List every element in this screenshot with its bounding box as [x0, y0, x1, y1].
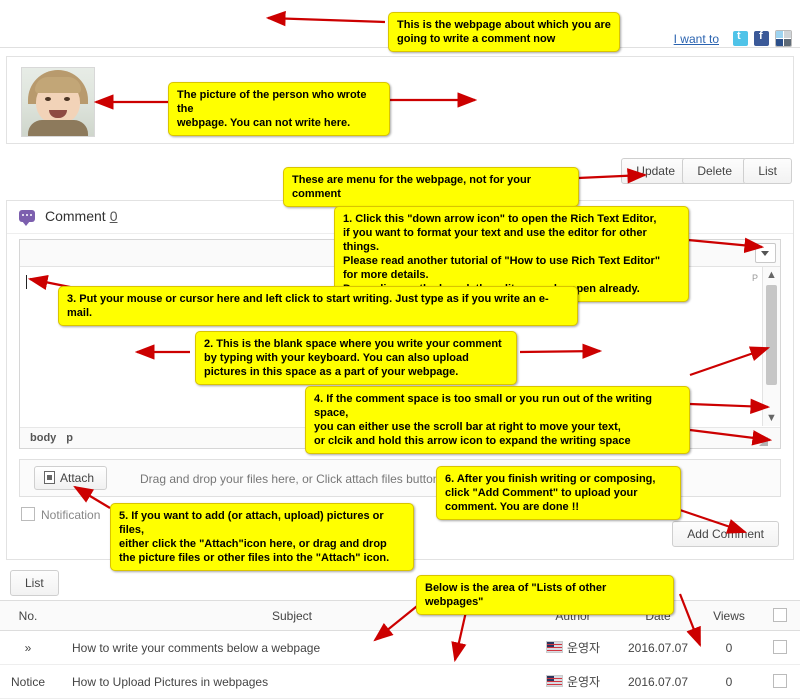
callout-scroll-expand: 4. If the comment space is too small or … [305, 386, 690, 454]
column-no[interactable]: No. [0, 600, 56, 631]
board-table: No. Subject Author Date Views » How to w… [0, 600, 800, 699]
scroll-down-chevron-icon[interactable]: ▼ [763, 410, 780, 426]
editor-path-body[interactable]: body [30, 432, 56, 444]
row-date: 2016.07.07 [618, 664, 698, 699]
attach-button[interactable]: Attach [34, 466, 108, 490]
table-header-row: No. Subject Author Date Views [0, 600, 800, 631]
more-share-icon[interactable] [775, 30, 792, 47]
editor-scrollbar[interactable]: ▲ ▼ [762, 267, 780, 426]
scroll-up-chevron-icon[interactable]: ▲ [763, 267, 780, 283]
table-row[interactable]: Notice How to Upload Pictures in webpage… [0, 664, 800, 699]
resize-grip-icon[interactable] [758, 436, 768, 446]
notification-checkbox[interactable] [21, 507, 35, 521]
scrollbar-thumb[interactable] [766, 285, 777, 385]
column-select-all [760, 600, 800, 631]
row-subject[interactable]: How to Upload Pictures in webpages [56, 664, 528, 699]
table-row[interactable]: » How to write your comments below a web… [0, 630, 800, 665]
row-views: 0 [698, 630, 760, 665]
callout-page-menu: These are menu for the webpage, not for … [283, 167, 579, 207]
list-button-top[interactable]: List [743, 158, 792, 184]
column-views[interactable]: Views [698, 600, 760, 631]
notification-label: Notification [41, 508, 101, 522]
attach-button-label: Attach [60, 471, 95, 485]
callout-webpage-intro: This is the webpage about which you are … [388, 12, 620, 52]
notification-row[interactable]: Notification [21, 507, 100, 522]
comment-count[interactable]: 0 [110, 208, 118, 224]
row-select-cell [760, 664, 800, 699]
comment-title: Comment 0 [45, 208, 117, 224]
callout-attach-files: 5. If you want to add (or attach, upload… [110, 503, 414, 571]
callout-author-photo: The picture of the person who wrote the … [168, 82, 390, 136]
facebook-icon[interactable] [754, 30, 769, 46]
row-subject[interactable]: How to write your comments below a webpa… [56, 630, 528, 665]
delete-button[interactable]: Delete [682, 158, 747, 184]
twitter-icon[interactable] [733, 30, 748, 46]
row-checkbox[interactable] [773, 640, 787, 654]
editor-path-p[interactable]: p [66, 432, 73, 444]
paragraph-marker: P [751, 273, 758, 283]
row-checkbox[interactable] [773, 674, 787, 688]
callout-add-comment: 6. After you finish writing or composing… [436, 466, 681, 520]
chevron-down-icon[interactable] [755, 243, 776, 263]
update-button[interactable]: Update [621, 158, 690, 184]
callout-cursor-here: 3. Put your mouse or cursor here and lef… [58, 286, 578, 326]
flag-icon [545, 641, 563, 653]
row-author: 운영자 [528, 664, 618, 699]
row-views: 0 [698, 664, 760, 699]
row-author-name: 운영자 [566, 675, 601, 689]
row-date: 2016.07.07 [618, 630, 698, 665]
list-button-bottom[interactable]: List [10, 570, 59, 596]
row-no: Notice [0, 664, 56, 699]
text-caret [26, 275, 27, 289]
callout-blank-space: 2. This is the blank space where you wri… [195, 331, 517, 385]
callout-list-area: Below is the area of "Lists of other web… [416, 575, 674, 615]
select-all-checkbox[interactable] [773, 608, 787, 622]
author-photo-panel [6, 56, 794, 144]
comment-title-text: Comment [45, 208, 106, 224]
file-icon [44, 471, 55, 484]
page-root: I want to Update Delete List Comment0 [0, 0, 800, 699]
attach-hint-text: Drag and drop your files here, or Click … [140, 472, 443, 486]
add-comment-button[interactable]: Add Comment [672, 521, 779, 547]
row-author-name: 운영자 [566, 641, 601, 655]
row-select-cell [760, 630, 800, 665]
row-no: » [0, 630, 56, 665]
flag-icon [545, 675, 563, 687]
row-author: 운영자 [528, 630, 618, 665]
comment-bubble-icon [19, 210, 35, 226]
avatar [21, 67, 95, 137]
i-want-to-link[interactable]: I want to [674, 32, 719, 46]
share-bar: I want to [674, 30, 792, 47]
